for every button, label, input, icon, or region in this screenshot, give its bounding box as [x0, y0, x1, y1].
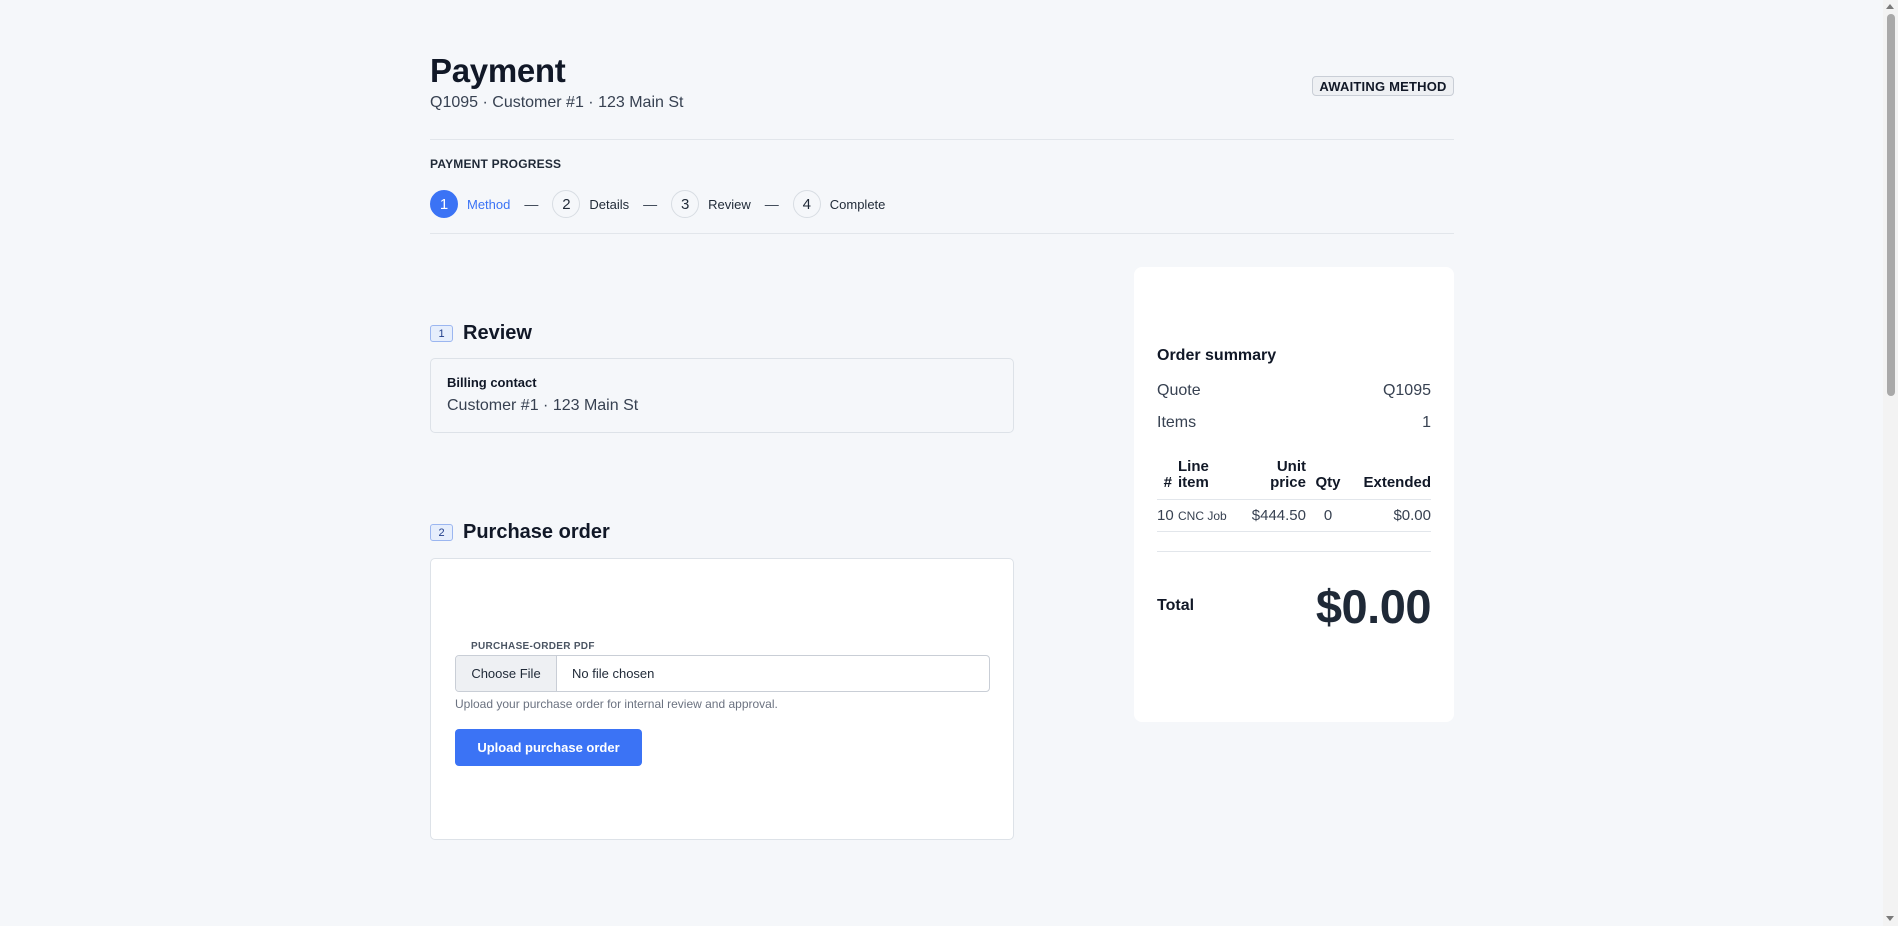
step-number: 2 — [552, 190, 581, 218]
section-number-badge: 2 — [430, 524, 453, 541]
step-complete[interactable]: 4 Complete — [792, 190, 886, 218]
step-separator: — — [643, 196, 658, 212]
quote-value: Q1095 — [1382, 382, 1431, 399]
scroll-down-arrow-icon[interactable] — [1886, 916, 1894, 921]
total-label: Total — [1157, 597, 1195, 614]
page-scrollbar[interactable] — [1883, 0, 1898, 926]
page-title: Payment — [430, 52, 566, 89]
po-file-input[interactable]: Choose File No file chosen — [455, 655, 990, 692]
line-items-table: # Line item Unit price Qty Extended 10 C… — [1157, 459, 1431, 532]
unit-price-cell: $444.50 — [1242, 499, 1306, 532]
status-badge: AWAITING METHOD — [1312, 76, 1454, 96]
step-review[interactable]: 3 Review — [671, 190, 751, 218]
page-subtitle: Q1095 · Customer #1 · 123 Main St — [430, 94, 684, 111]
step-label: Complete — [829, 196, 886, 212]
progress-divider — [430, 233, 1454, 234]
purchase-order-section-header: 2 Purchase order — [430, 521, 610, 544]
billing-contact-label: Billing contact — [447, 375, 537, 390]
step-label: Details — [589, 196, 630, 212]
summary-divider — [1157, 551, 1431, 552]
column-header-number: # — [1157, 459, 1176, 500]
file-name-text: No file chosen — [572, 666, 655, 681]
table-row: 10 CNC Job $444.50 0 $0.00 — [1157, 499, 1431, 532]
step-number: 1 — [430, 190, 458, 218]
qty-cell: 0 — [1306, 499, 1350, 532]
line-number-cell: 10 — [1157, 499, 1176, 532]
step-separator: — — [764, 196, 779, 212]
choose-file-button[interactable]: Choose File — [456, 656, 557, 691]
items-label: Items — [1157, 414, 1197, 431]
quote-label: Quote — [1157, 382, 1201, 399]
review-section-title: Review — [463, 322, 532, 344]
order-summary-title: Order summary — [1157, 347, 1277, 364]
table-header-row: # Line item Unit price Qty Extended — [1157, 459, 1431, 500]
items-row: Items 1 — [1157, 414, 1431, 432]
total-value: $0.00 — [1315, 580, 1432, 633]
purchase-order-section-title: Purchase order — [463, 521, 610, 543]
billing-contact-card: Billing contact Customer #1 · 123 Main S… — [430, 358, 1014, 433]
items-value: 1 — [1422, 414, 1431, 431]
step-label: Review — [708, 196, 751, 212]
column-header-qty: Qty — [1306, 459, 1350, 500]
column-header-extended: Extended — [1350, 459, 1431, 500]
column-header-unit-price: Unit price — [1242, 459, 1306, 500]
order-summary-panel: Order summary Quote Q1095 Items 1 # Line… — [1134, 267, 1454, 722]
column-header-line-item: Line item — [1176, 459, 1242, 500]
step-separator: — — [524, 196, 539, 212]
review-section-header: 1 Review — [430, 322, 532, 345]
purchase-order-card: PURCHASE-ORDER PDF Choose File No file c… — [430, 558, 1014, 840]
payment-stepper: 1 Method — 2 Details — 3 Review — 4 Comp… — [430, 190, 885, 218]
header-divider — [430, 139, 1454, 140]
payment-page: Payment Q1095 · Customer #1 · 123 Main S… — [0, 0, 1898, 926]
step-number: 3 — [671, 190, 700, 218]
extended-cell: $0.00 — [1350, 499, 1431, 532]
scrollbar-thumb[interactable] — [1887, 14, 1895, 396]
po-help-text: Upload your purchase order for internal … — [455, 697, 778, 711]
step-number: 4 — [792, 190, 821, 218]
step-details[interactable]: 2 Details — [552, 190, 629, 218]
progress-label: PAYMENT PROGRESS — [430, 157, 562, 171]
po-pdf-field-label: PURCHASE-ORDER PDF — [471, 641, 595, 652]
quote-row: Quote Q1095 — [1157, 382, 1431, 400]
step-label: Method — [467, 196, 511, 212]
line-item-cell: CNC Job — [1176, 499, 1242, 532]
upload-purchase-order-button[interactable]: Upload purchase order — [455, 729, 642, 766]
section-number-badge: 1 — [430, 325, 453, 342]
step-method[interactable]: 1 Method — [430, 190, 510, 218]
billing-contact-value: Customer #1 · 123 Main St — [447, 397, 639, 414]
scroll-up-arrow-icon[interactable] — [1886, 4, 1894, 9]
